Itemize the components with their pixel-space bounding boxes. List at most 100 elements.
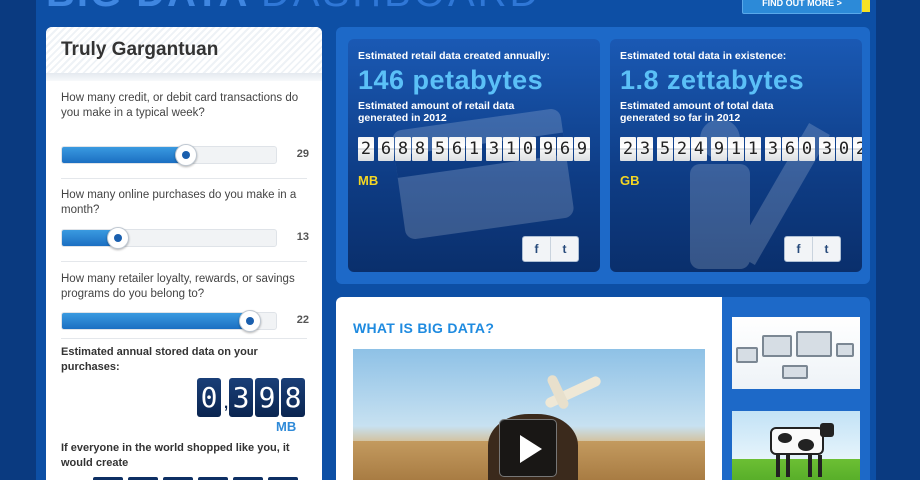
retail-odometer: 2688561310969 bbox=[358, 137, 594, 161]
facebook-share-icon[interactable]: f bbox=[785, 237, 813, 261]
stored-data-label: Estimated annual stored data on your pur… bbox=[61, 346, 258, 373]
facebook-share-icon[interactable]: f bbox=[523, 237, 551, 261]
odometer-digit: 5 bbox=[657, 137, 673, 161]
section-title: WHAT IS BIG DATA? bbox=[353, 320, 495, 336]
odometer-digit: 9 bbox=[711, 137, 727, 161]
what-is-big-data-panel: WHAT IS BIG DATA? bbox=[336, 297, 722, 480]
odometer-group: 524 bbox=[657, 137, 708, 161]
counter-digit: 3 bbox=[229, 378, 253, 417]
video-thumbnails bbox=[722, 297, 870, 480]
tablet-icon bbox=[836, 343, 854, 357]
laptop-icon bbox=[782, 365, 808, 379]
retail-data-card: Estimated retail data created annually: … bbox=[348, 39, 600, 272]
monitor-icon bbox=[796, 331, 832, 357]
twitter-share-icon[interactable]: t bbox=[813, 237, 840, 261]
twitter-share-icon[interactable]: t bbox=[551, 237, 578, 261]
odometer-group: 561 bbox=[432, 137, 483, 161]
odometer-digit: 5 bbox=[432, 137, 448, 161]
cow-head bbox=[820, 423, 834, 437]
odometer-digit: 6 bbox=[378, 137, 394, 161]
stat-value: 1.8 zettabytes bbox=[620, 65, 805, 95]
stat-label: Estimated retail data created annually: bbox=[358, 50, 550, 62]
odometer-digit: 3 bbox=[486, 137, 502, 161]
odometer-digit: 1 bbox=[728, 137, 744, 161]
laptop-icon bbox=[736, 347, 758, 363]
odometer-digit: 0 bbox=[799, 137, 815, 161]
divider bbox=[61, 338, 307, 339]
find-out-more-button[interactable]: FIND OUT MORE > bbox=[742, 0, 862, 14]
odometer-group: 969 bbox=[540, 137, 591, 161]
question-3: How many retailer loyalty, rewards, or s… bbox=[61, 273, 295, 300]
thumbnail-cow[interactable] bbox=[732, 411, 860, 480]
share-buttons: f t bbox=[784, 236, 841, 262]
odometer-digit: 6 bbox=[557, 137, 573, 161]
yellow-tab bbox=[862, 0, 870, 12]
play-button-icon[interactable] bbox=[499, 419, 557, 477]
odometer-group: 360 bbox=[765, 137, 816, 161]
everyone-label: If everyone in the world shopped like yo… bbox=[61, 442, 290, 469]
slider-2-handle[interactable] bbox=[106, 227, 129, 249]
odometer-digit: 0 bbox=[836, 137, 852, 161]
question-2: How many online purchases do you make in… bbox=[61, 189, 297, 216]
stat-value: 146 petabytes bbox=[358, 65, 544, 95]
dashboard-title: BIG DATA DASHBOARD bbox=[46, 0, 541, 13]
odometer-digit: 4 bbox=[691, 137, 707, 161]
slider-3-handle[interactable] bbox=[239, 310, 262, 332]
stat-description: Estimated amount of retail data generate… bbox=[358, 100, 515, 124]
total-data-card: Estimated total data in existence: 1.8 z… bbox=[610, 39, 862, 272]
video-player[interactable] bbox=[353, 349, 705, 480]
stat-label: Estimated total data in existence: bbox=[620, 50, 787, 62]
share-buttons: f t bbox=[522, 236, 579, 262]
cow-icon bbox=[770, 423, 834, 455]
odometer-group: 911 bbox=[711, 137, 762, 161]
cow-leg bbox=[808, 455, 812, 477]
cow-leg bbox=[818, 455, 822, 477]
stat-description: Estimated amount of total data generated… bbox=[620, 100, 774, 124]
slider-1-fill bbox=[62, 147, 187, 163]
monitor-icon bbox=[762, 335, 792, 357]
divider bbox=[61, 261, 307, 262]
odometer-group: 310 bbox=[486, 137, 537, 161]
slider-3-fill bbox=[62, 313, 251, 329]
slider-1[interactable] bbox=[61, 144, 277, 166]
counter-digit: 9 bbox=[255, 378, 279, 417]
odometer-digit: 1 bbox=[503, 137, 519, 161]
odometer-digit: 9 bbox=[540, 137, 556, 161]
odometer-digit: 9 bbox=[574, 137, 590, 161]
cow-leg bbox=[776, 455, 780, 477]
slider-1-value: 29 bbox=[296, 148, 309, 160]
odometer-group: 302 bbox=[819, 137, 862, 161]
title-bold: BIG DATA bbox=[46, 0, 248, 15]
odometer-digit: 2 bbox=[853, 137, 862, 161]
slider-2-value: 13 bbox=[296, 231, 309, 243]
odometer-digit: 2 bbox=[358, 137, 374, 161]
odometer-digit: 1 bbox=[466, 137, 482, 161]
stored-data-unit: MB bbox=[276, 419, 297, 434]
odometer-digit: 3 bbox=[819, 137, 835, 161]
odometer-digit: 0 bbox=[520, 137, 536, 161]
thumbnail-devices[interactable] bbox=[732, 317, 860, 389]
odometer-digit: 2 bbox=[620, 137, 636, 161]
odometer-digit: 8 bbox=[412, 137, 428, 161]
cow-spot bbox=[778, 433, 792, 443]
title-thin: DASHBOARD bbox=[261, 0, 541, 15]
odometer-digit: 1 bbox=[745, 137, 761, 161]
odometer-digit: 6 bbox=[449, 137, 465, 161]
slider-3[interactable] bbox=[61, 310, 277, 332]
odometer-group: 2 bbox=[358, 137, 375, 161]
odometer-digit: 2 bbox=[674, 137, 690, 161]
stats-panel: Estimated retail data created annually: … bbox=[336, 27, 870, 284]
stored-data-counter: 0 , 3 9 8 bbox=[197, 378, 307, 417]
total-odometer: 23524911360302 bbox=[620, 137, 862, 161]
question-1: How many credit, or debit card transacti… bbox=[61, 92, 299, 119]
odometer-group: 688 bbox=[378, 137, 429, 161]
slider-3-value: 22 bbox=[296, 314, 309, 326]
panel-title: Truly Gargantuan bbox=[61, 39, 219, 60]
slider-1-handle[interactable] bbox=[175, 144, 198, 166]
title-separator bbox=[46, 73, 322, 81]
odometer-digit: 3 bbox=[637, 137, 653, 161]
counter-digit: 8 bbox=[281, 378, 305, 417]
calculator-panel: Truly Gargantuan How many credit, or deb… bbox=[46, 27, 322, 480]
slider-2[interactable] bbox=[61, 227, 277, 249]
counter-digit: 0 bbox=[197, 378, 221, 417]
